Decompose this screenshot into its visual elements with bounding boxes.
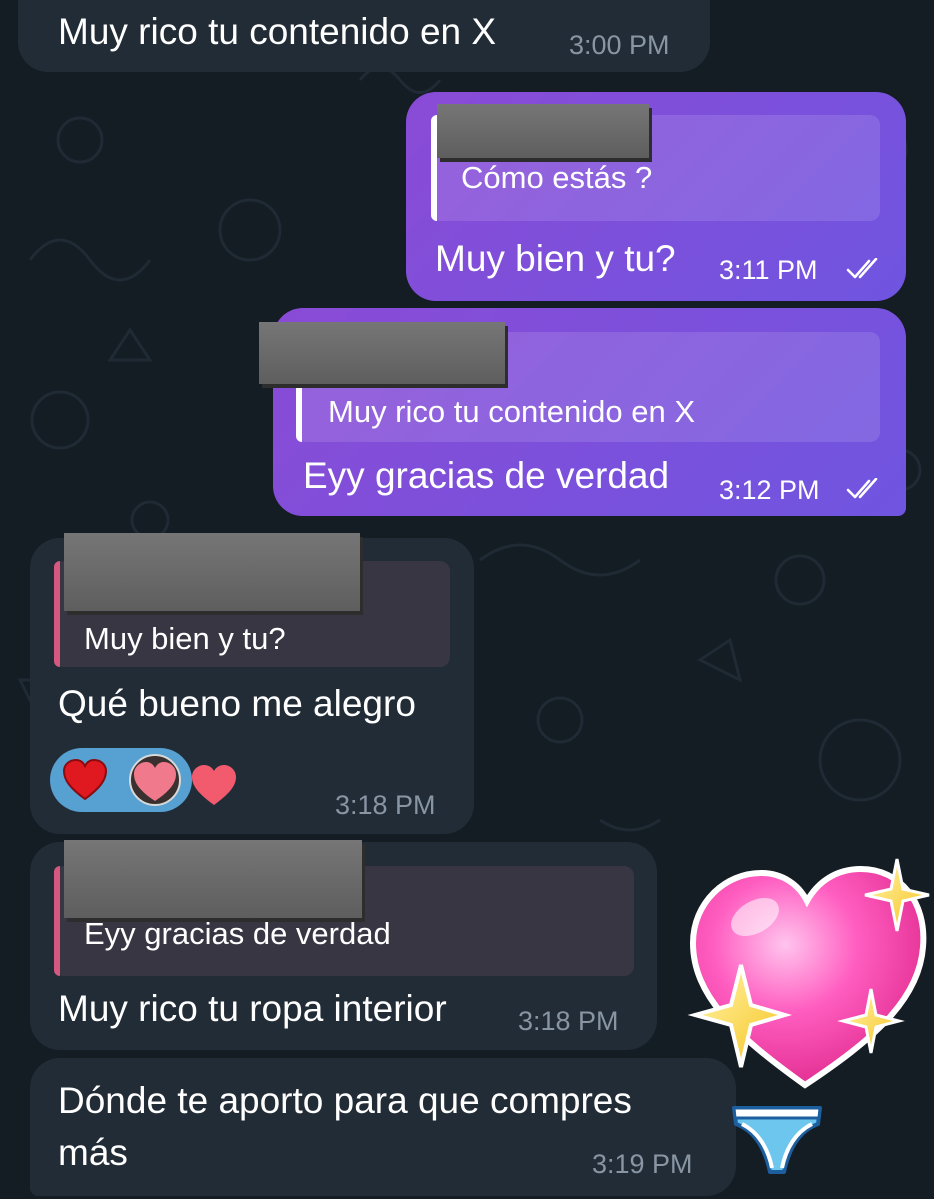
reactor-avatar[interactable]: [128, 753, 182, 807]
message-text: Eyy gracias de verdad: [303, 455, 670, 496]
message-text: Dónde te aporto para que compres: [58, 1080, 632, 1121]
reply-quote-text: Muy rico tu contenido en X: [328, 394, 696, 429]
reply-accent-bar: [54, 866, 60, 976]
message-bubble-incoming[interactable]: Dónde te aporto para que compres más 3:1…: [30, 1058, 736, 1196]
message-time: 3:18 PM: [335, 790, 436, 820]
message-bubble-incoming[interactable]: Muy rico tu contenido en X 3:00 PM: [18, 0, 710, 72]
message-time: 3:19 PM: [592, 1149, 693, 1179]
reply-accent-bar: [54, 561, 60, 667]
message-time: 3:18 PM: [518, 1006, 619, 1036]
message-text: Qué bueno me alegro: [58, 683, 416, 724]
redacted-sender-name: [437, 104, 649, 158]
redacted-sender-name: [259, 322, 505, 384]
reaction-pill[interactable]: [50, 748, 192, 812]
reply-quote-text: Cómo estás ?: [461, 160, 653, 195]
redacted-sender-name: [64, 533, 360, 611]
message-text: Muy bien y tu?: [435, 238, 676, 279]
double-check-icon: [846, 258, 878, 279]
message-text: Muy rico tu contenido en X: [58, 11, 497, 52]
message-time: 3:12 PM: [719, 475, 820, 505]
underwear-icon[interactable]: [728, 1100, 826, 1180]
redacted-sender-name: [64, 840, 362, 918]
reply-quote-text: Eyy gracias de verdad: [84, 916, 391, 951]
chat-message-list[interactable]: Muy rico tu contenido en X 3:00 PM Cómo …: [0, 0, 934, 1199]
double-check-icon: [846, 478, 878, 499]
message-time: 3:00 PM: [569, 30, 670, 60]
message-text-line2: más: [58, 1132, 128, 1173]
message-text: Muy rico tu ropa interior: [58, 988, 447, 1029]
red-heart-icon: [62, 758, 108, 801]
message-time: 3:11 PM: [719, 255, 818, 285]
pink-heart-icon: [192, 765, 236, 805]
reply-quote-text: Muy bien y tu?: [84, 621, 286, 656]
